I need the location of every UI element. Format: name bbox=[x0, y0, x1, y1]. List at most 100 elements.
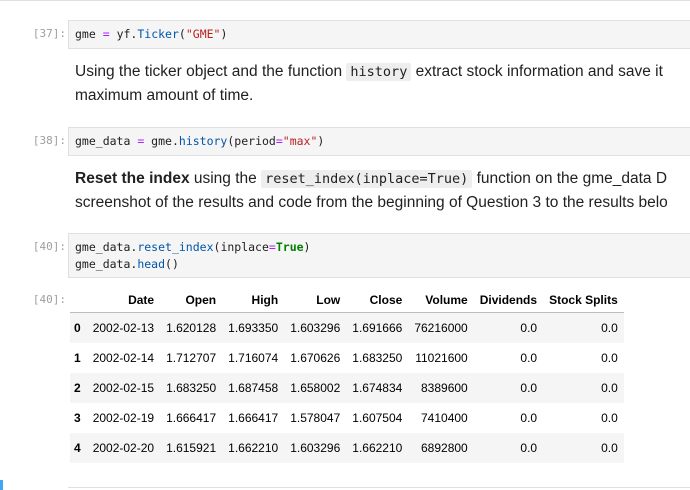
table-cell: 1.666417 bbox=[228, 411, 279, 425]
code-token: ) bbox=[303, 240, 311, 254]
table-header-row: Date Open High Low Close Volume Dividend… bbox=[70, 288, 624, 313]
table-cell: 11021600 bbox=[415, 351, 468, 365]
table-cell: 0.0 bbox=[520, 321, 538, 335]
code-token: period bbox=[234, 134, 276, 148]
table-cell: 1.666417 bbox=[166, 411, 217, 425]
table-cell: 1.712707 bbox=[166, 351, 217, 365]
code-token: . bbox=[171, 134, 179, 148]
column-header bbox=[70, 288, 87, 313]
markdown-line: Using the ticker object and the function… bbox=[75, 60, 690, 84]
markdown-cell: Reset the index using the reset_index(in… bbox=[75, 167, 690, 215]
code-token: ( bbox=[178, 27, 186, 41]
table-row: 3 2002-02-19 1.666417 1.666417 1.578047 … bbox=[70, 403, 624, 433]
code-token: "max" bbox=[282, 134, 318, 148]
table-cell: 1.687458 bbox=[228, 381, 279, 395]
table-row: 0 2002-02-13 1.620128 1.693350 1.603296 … bbox=[70, 312, 624, 343]
row-index: 3 bbox=[74, 411, 81, 425]
table-cell: 2002-02-15 bbox=[92, 381, 155, 395]
table-cell: 6892800 bbox=[421, 441, 468, 455]
code-token: = bbox=[268, 240, 276, 254]
column-header: High bbox=[222, 288, 285, 313]
code-line: gme_data.reset_index(inplace=True) bbox=[75, 239, 690, 256]
row-index: 2 bbox=[74, 381, 81, 395]
table-cell: 0.0 bbox=[520, 411, 538, 425]
code-token: gme bbox=[151, 134, 172, 148]
code-editor[interactable]: gme = yf.Ticker("GME") bbox=[68, 20, 690, 49]
column-header: Date bbox=[86, 288, 161, 313]
markdown-line: screenshot of the results and code from … bbox=[75, 194, 668, 211]
table-cell: 1.603296 bbox=[290, 321, 341, 335]
table-row: 1 2002-02-14 1.712707 1.716074 1.670626 … bbox=[70, 343, 624, 373]
column-header: Volume bbox=[408, 288, 474, 313]
code-token: = bbox=[95, 27, 117, 41]
code-token: head bbox=[137, 257, 166, 271]
table-cell: 0.0 bbox=[520, 351, 538, 365]
table-cell: 0.0 bbox=[601, 381, 618, 395]
markdown-text: function on the gme_data D bbox=[472, 170, 668, 187]
table-cell: 0.0 bbox=[520, 441, 538, 455]
table-cell: 0.0 bbox=[520, 381, 538, 395]
column-header: Close bbox=[346, 288, 409, 313]
next-cell-divider bbox=[68, 487, 690, 488]
code-line: gme_data = gme.history(period="max") bbox=[75, 133, 690, 150]
markdown-line: Reset the index using the reset_index(in… bbox=[75, 167, 690, 191]
table-cell: 1.578047 bbox=[290, 411, 341, 425]
table-cell: 1.674834 bbox=[352, 381, 403, 395]
table-cell: 1.683250 bbox=[166, 381, 217, 395]
input-prompt: [38]: bbox=[32, 134, 66, 147]
column-header: Dividends bbox=[473, 288, 544, 313]
code-token: gme_data bbox=[75, 257, 131, 271]
markdown-cell: Using the ticker object and the function… bbox=[75, 60, 690, 108]
table-cell: 1.716074 bbox=[228, 351, 279, 365]
active-cell-marker bbox=[0, 480, 3, 490]
input-prompt: [40]: bbox=[32, 240, 66, 253]
row-index: 4 bbox=[74, 441, 81, 455]
markdown-text: extract stock information and save it bbox=[411, 63, 663, 80]
table-cell: 0.0 bbox=[601, 411, 618, 425]
table-cell: 76216000 bbox=[414, 321, 468, 335]
code-line: gme = yf.Ticker("GME") bbox=[75, 26, 690, 43]
code-token: gme_data bbox=[75, 134, 131, 148]
code-token: inplace bbox=[220, 240, 269, 254]
row-index: 0 bbox=[74, 321, 81, 335]
markdown-text: Using the ticker object and the function bbox=[75, 63, 347, 80]
code-token: True bbox=[275, 240, 304, 254]
table-cell: 2002-02-13 bbox=[92, 321, 155, 335]
code-token: ) bbox=[317, 134, 325, 148]
table-cell: 1.603296 bbox=[290, 441, 341, 455]
code-token: ) bbox=[220, 27, 228, 41]
table-cell: 1.615921 bbox=[166, 441, 217, 455]
markdown-bold: Reset the index bbox=[75, 170, 190, 187]
markdown-text: using the bbox=[189, 170, 262, 187]
markdown-line: maximum amount of time. bbox=[75, 87, 254, 104]
code-token: () bbox=[165, 257, 179, 271]
code-token: yf bbox=[116, 27, 131, 41]
table-cell: 1.662210 bbox=[352, 441, 403, 455]
table-cell: 0.0 bbox=[601, 351, 618, 365]
top-divider bbox=[0, 0, 690, 1]
table-cell: 1.691666 bbox=[352, 321, 403, 335]
dataframe-output: Date Open High Low Close Volume Dividend… bbox=[70, 288, 624, 463]
table-row: 2 2002-02-15 1.683250 1.687458 1.658002 … bbox=[70, 373, 624, 403]
code-token: gme bbox=[75, 27, 96, 41]
column-header: Open bbox=[160, 288, 223, 313]
inline-code: history bbox=[346, 63, 412, 81]
table-cell: 1.607504 bbox=[352, 411, 403, 425]
table-cell: 1.670626 bbox=[290, 351, 341, 365]
table-cell: 0.0 bbox=[601, 321, 618, 335]
table-cell: 2002-02-20 bbox=[92, 441, 155, 455]
code-editor[interactable]: gme_data = gme.history(period="max") bbox=[68, 127, 690, 156]
table-cell: 2002-02-14 bbox=[92, 351, 155, 365]
table-cell: 1.662210 bbox=[228, 441, 279, 455]
code-token: = bbox=[130, 134, 152, 148]
code-editor[interactable]: gme_data.reset_index(inplace=True) gme_d… bbox=[68, 233, 690, 278]
input-prompt: [37]: bbox=[32, 27, 66, 40]
column-header: Stock Splits bbox=[543, 288, 624, 313]
table-cell: 2002-02-19 bbox=[92, 411, 155, 425]
table-cell: 1.658002 bbox=[290, 381, 341, 395]
code-token: = bbox=[275, 134, 283, 148]
table-cell: 1.683250 bbox=[352, 351, 403, 365]
code-token: history bbox=[178, 134, 228, 148]
code-line: gme_data.head() bbox=[75, 256, 690, 273]
table-cell: 7410400 bbox=[421, 411, 468, 425]
